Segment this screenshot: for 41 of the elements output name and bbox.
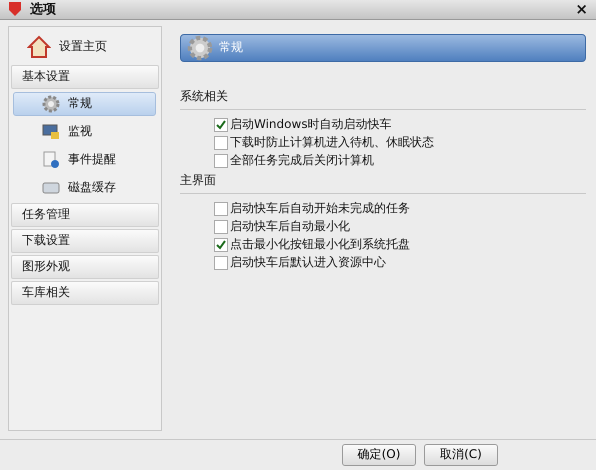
checkbox[interactable] [214, 202, 228, 216]
sidebar-group[interactable]: 下载设置 [11, 228, 159, 253]
checkbox[interactable] [214, 238, 228, 252]
document-icon [42, 150, 60, 169]
panel-title: 常规 [219, 39, 243, 56]
option-label: 启动快车后默认进入资源中心 [230, 254, 386, 272]
sidebar-item[interactable]: 监视 [13, 120, 156, 144]
item-label: 事件提醒 [68, 151, 116, 168]
option-label: 点击最小化按钮最小化到系统托盘 [230, 236, 410, 254]
option-label: 启动快车后自动最小化 [230, 218, 350, 236]
dialog-button[interactable]: 确定(O) [342, 444, 416, 466]
gear-icon [187, 34, 213, 61]
option-label: 启动Windows时自动启动快车 [230, 116, 392, 134]
sidebar-group[interactable]: 图形外观 [11, 254, 159, 279]
section-title: 主界面 [180, 172, 586, 194]
checkbox[interactable] [214, 136, 228, 150]
dialog-button[interactable]: 取消(C) [424, 444, 498, 466]
item-label: 监视 [68, 123, 92, 140]
option-label: 全部任务完成后关闭计算机 [230, 152, 374, 170]
house-icon [27, 34, 51, 59]
sidebar-group[interactable]: 车库相关 [11, 280, 159, 305]
option-label: 启动快车后自动开始未完成的任务 [230, 200, 410, 218]
checkbox[interactable] [214, 118, 228, 132]
window-title: 选项 [30, 1, 57, 18]
sidebar-item[interactable]: 事件提醒 [13, 148, 156, 172]
option-label: 下载时防止计算机进入待机、休眠状态 [230, 134, 434, 152]
sidebar-group[interactable]: 基本设置 [11, 64, 159, 89]
item-label: 磁盘缓存 [68, 179, 116, 196]
sidebar-item[interactable]: 磁盘缓存 [13, 176, 156, 200]
app-logo-icon [8, 1, 22, 18]
checkbox[interactable] [214, 256, 228, 270]
checkbox[interactable] [214, 220, 228, 234]
checkbox[interactable] [214, 154, 228, 168]
sidebar-group[interactable]: 任务管理 [11, 202, 159, 227]
item-label: 常规 [68, 95, 92, 112]
gear-icon [42, 94, 60, 113]
close-button[interactable]: × [575, 0, 588, 18]
monitor-icon [42, 122, 60, 141]
section-title: 系统相关 [180, 88, 586, 110]
sidebar-item[interactable]: 常规 [13, 92, 156, 116]
home-item[interactable]: 设置主页 [11, 30, 159, 63]
